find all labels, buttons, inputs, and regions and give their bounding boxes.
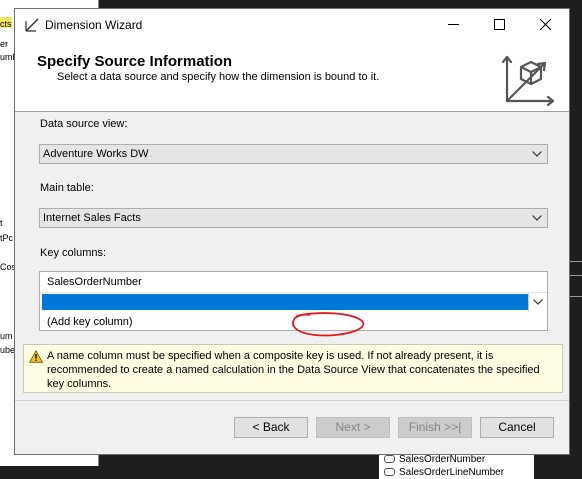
data-source-view-select[interactable]: Adventure Works DW <box>39 144 548 164</box>
back-button[interactable]: < Back <box>234 417 308 438</box>
window-title: Dimension Wizard <box>45 18 143 32</box>
bg-fragment: tPc <box>0 233 14 243</box>
minimize-icon <box>448 24 459 25</box>
bg-fragment: t <box>0 218 3 228</box>
chevron-down-icon <box>532 215 542 221</box>
add-key-column-label: (Add key column) <box>47 316 133 328</box>
warning-text: A name column must be specified when a c… <box>47 350 540 390</box>
bg-divider <box>570 296 582 297</box>
bg-fragment: um <box>0 331 13 341</box>
main-table-label: Main table: <box>40 182 94 194</box>
field-icon <box>384 455 395 464</box>
main-table-value: Internet Sales Facts <box>43 212 141 224</box>
key-columns-label: Key columns: <box>40 247 107 259</box>
key-column-select[interactable] <box>40 292 547 312</box>
minimize-button[interactable] <box>431 9 477 40</box>
key-column-selected-value <box>42 294 529 310</box>
bg-field-item: SalesOrderLineNumber <box>384 467 504 478</box>
dimension-wizard-dialog: Dimension Wizard Specify Source Informat… <box>14 8 570 455</box>
bg-divider <box>570 275 582 276</box>
title-bar[interactable]: Dimension Wizard <box>15 9 569 40</box>
bg-fragment: cts <box>0 19 12 29</box>
dimension-cube-icon <box>501 55 555 107</box>
page-subtitle: Select a data source and specify how the… <box>57 71 380 83</box>
chevron-down-icon <box>533 299 543 305</box>
page-title: Specify Source Information <box>37 53 233 70</box>
wizard-app-icon <box>25 18 39 32</box>
data-source-view-label: Data source view: <box>40 118 128 130</box>
maximize-icon <box>494 19 505 30</box>
warning-icon <box>29 350 43 363</box>
chevron-down-icon <box>532 151 542 157</box>
main-table-select[interactable]: Internet Sales Facts <box>39 208 548 228</box>
wizard-header: Specify Source Information Select a data… <box>15 40 569 112</box>
cancel-button[interactable]: Cancel <box>480 417 554 438</box>
maximize-button[interactable] <box>477 9 523 40</box>
bg-field-item: SalesOrderNumber <box>384 454 485 465</box>
red-circle-annotation <box>292 312 364 337</box>
background-field-list: SalesOrderNumber SalesOrderLineNumber <box>379 453 534 479</box>
key-column-value: SalesOrderNumber <box>47 276 142 288</box>
next-button[interactable]: Next > <box>316 417 390 438</box>
close-button[interactable] <box>523 9 569 40</box>
key-column-dropdown-button[interactable] <box>528 293 546 311</box>
close-icon <box>540 19 551 30</box>
footer-divider <box>15 400 569 401</box>
data-source-view-value: Adventure Works DW <box>43 148 149 160</box>
warning-message: A name column must be specified when a c… <box>23 344 563 393</box>
bg-fragment: er <box>0 39 9 49</box>
bg-divider <box>570 261 582 262</box>
finish-button[interactable]: Finish >>| <box>398 417 472 438</box>
field-icon <box>384 468 395 477</box>
key-column-row[interactable]: SalesOrderNumber <box>40 272 547 293</box>
